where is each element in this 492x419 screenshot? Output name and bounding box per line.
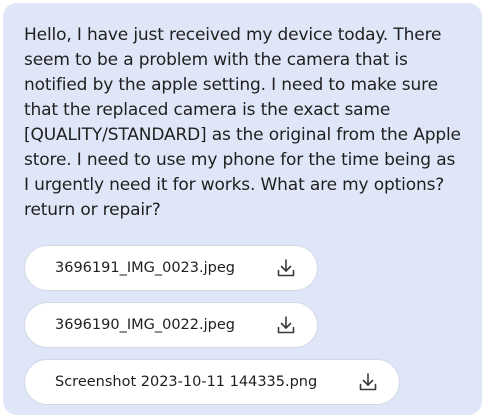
attachment-list: 3696191_IMG_0023.jpeg 3696190_IMG_0022.j…	[24, 245, 464, 405]
attachment-filename: 3696191_IMG_0023.jpeg	[55, 260, 235, 276]
download-icon[interactable]	[355, 369, 381, 395]
message-text: Hello, I have just received my device to…	[24, 25, 461, 220]
attachment-filename: 3696190_IMG_0022.jpeg	[55, 317, 235, 333]
message-bubble: Hello, I have just received my device to…	[3, 3, 482, 415]
attachment-chip[interactable]: Screenshot 2023-10-11 144335.png	[24, 359, 401, 405]
attachment-chip[interactable]: 3696190_IMG_0022.jpeg	[24, 302, 318, 348]
attachment-filename: Screenshot 2023-10-11 144335.png	[55, 374, 318, 390]
download-icon[interactable]	[273, 255, 299, 281]
attachment-chip[interactable]: 3696191_IMG_0023.jpeg	[24, 245, 318, 291]
download-icon[interactable]	[273, 312, 299, 338]
